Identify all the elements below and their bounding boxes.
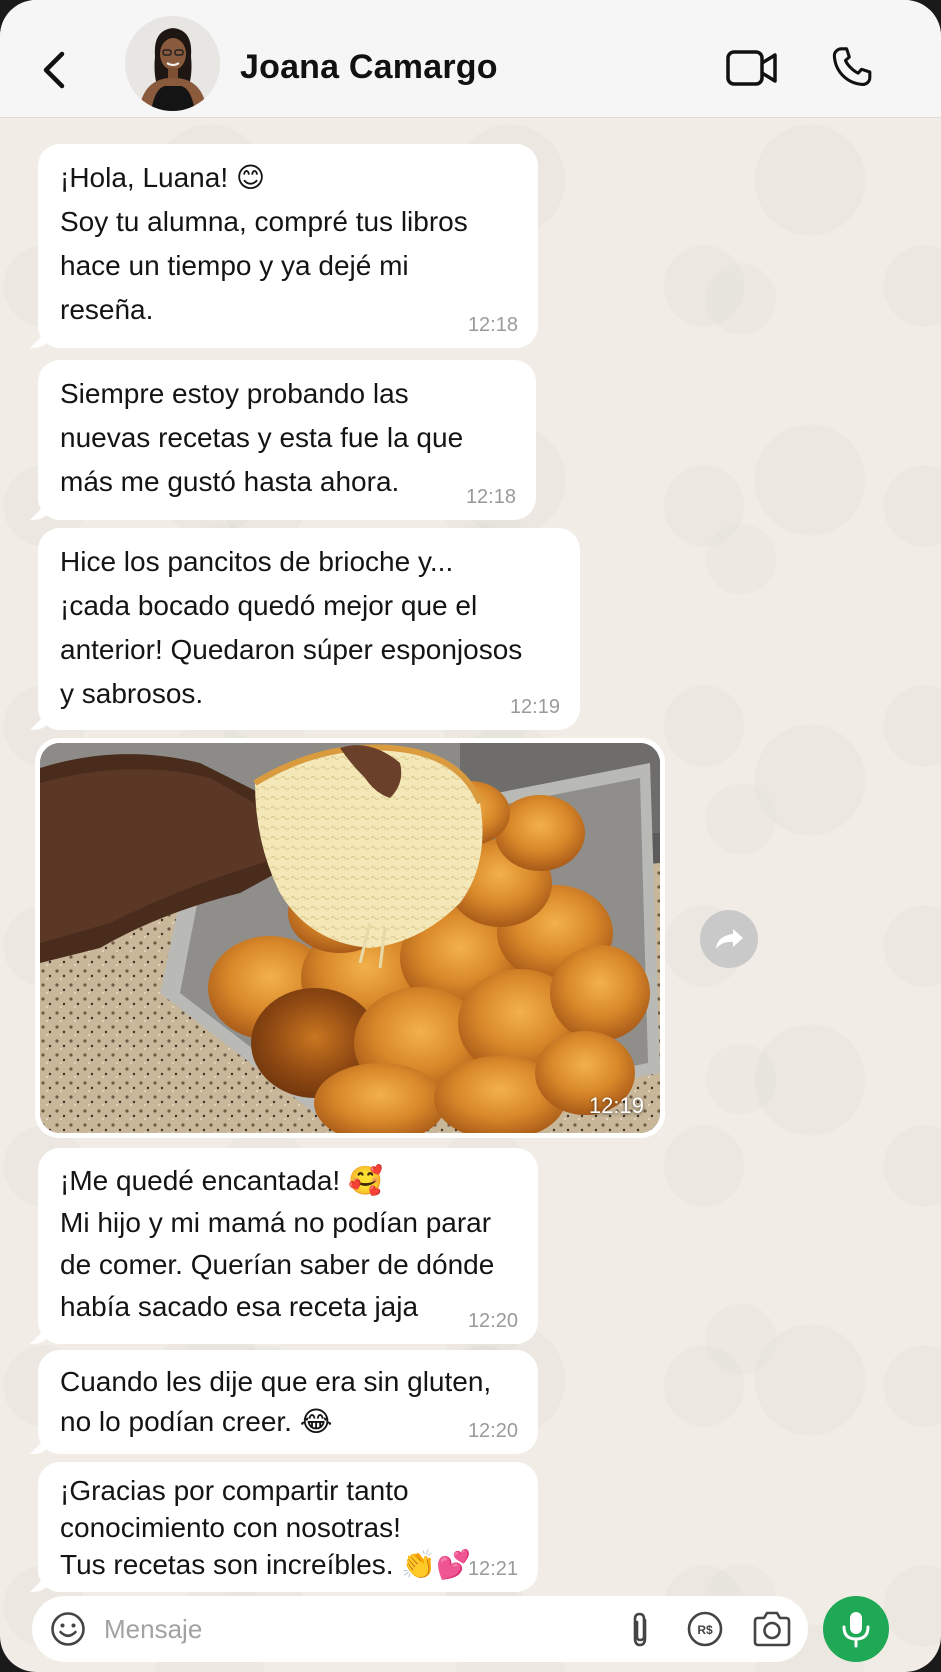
message-text: de comer. Querían saber de dónde [60,1249,495,1280]
camera-button[interactable] [751,1610,793,1648]
message-text: Cuando les dije que era sin gluten, [60,1366,492,1397]
message-bubble[interactable]: ¡Hola, Luana! 😊 Soy tu alumna, compré tu… [38,144,538,348]
message-time: 12:20 [467,1310,518,1332]
phone-icon [832,47,872,86]
contact-name[interactable]: Joana Camargo [240,48,498,87]
message-text: ¡Me quedé encantada! 🥰 [60,1165,383,1196]
message-text: anterior! Quedaron súper esponjosos [60,634,523,665]
message-text: Soy tu alumna, compré tus libros [60,206,468,237]
message-text: no lo podían creer. 😂 [60,1406,333,1437]
svg-text:R$: R$ [697,1623,713,1637]
message-text: ¡cada bocado quedó mejor que el [60,590,478,621]
message-text: y sabrosos. [60,678,204,709]
emoji-icon [51,1612,85,1646]
message-input[interactable] [104,1606,574,1652]
message-text: conocimiento con nosotras! [60,1512,401,1543]
back-button[interactable] [38,48,74,92]
microphone-icon [842,1612,870,1648]
message-time: 12:18 [467,314,518,336]
camera-icon [753,1611,791,1647]
voice-message-button[interactable] [823,1596,889,1662]
back-arrow-icon [43,51,65,89]
message-bubble[interactable]: Hice los pancitos de brioche y... ¡cada … [38,528,580,730]
message-composer: R$ [32,1596,808,1662]
message-time: 12:20 [467,1420,518,1442]
message-text: Hice los pancitos de brioche y... [60,546,454,577]
message-text: reseña. [60,294,154,325]
message-text: más me gustó hasta ahora. [60,466,400,497]
message-time: 12:18 [465,486,516,508]
payment-button[interactable]: R$ [686,1610,724,1648]
message-bubble[interactable]: Cuando les dije que era sin gluten, no l… [38,1350,538,1454]
message-text: había sacado esa receta jaja [60,1291,419,1322]
video-call-button[interactable] [726,46,778,90]
photo-time: 12:19 [588,1093,644,1118]
video-call-icon [726,50,777,86]
contact-avatar[interactable] [125,16,220,111]
message-text: Tus recetas son increíbles. 👏💕 [60,1549,472,1580]
payment-icon: R$ [687,1611,723,1647]
message-bubble[interactable]: ¡Me quedé encantada! 🥰 Mi hijo y mi mamá… [38,1148,538,1344]
message-bubble[interactable]: ¡Gracias por compartir tanto conocimient… [38,1462,538,1592]
message-text: nuevas recetas y esta fue la que [60,422,464,453]
message-text: ¡Gracias por compartir tanto [60,1475,409,1506]
voice-call-button[interactable] [829,44,875,90]
message-time: 12:19 [509,696,560,718]
attach-button[interactable] [622,1610,658,1650]
chat-header: Joana Camargo [0,0,941,118]
brioche-photo-image [40,743,660,1133]
message-time: 12:21 [467,1558,518,1580]
message-bubble[interactable]: Siempre estoy probando las nuevas receta… [38,360,536,520]
brioche-photo[interactable]: 12:19 [40,743,660,1133]
emoji-button[interactable] [50,1611,86,1647]
chat-screen: Joana Camargo ¡Hola, Luana! 😊 Soy tu alu… [0,0,941,1672]
message-text: ¡Hola, Luana! 😊 [60,162,266,193]
photo-message[interactable]: 12:19 [35,738,665,1138]
forward-button[interactable] [700,910,758,968]
message-text: Mi hijo y mi mamá no podían parar [60,1207,492,1238]
message-text: hace un tiempo y ya dejé mi [60,250,409,281]
forward-icon [716,929,743,949]
attach-icon [633,1612,647,1647]
message-text: Siempre estoy probando las [60,378,409,409]
